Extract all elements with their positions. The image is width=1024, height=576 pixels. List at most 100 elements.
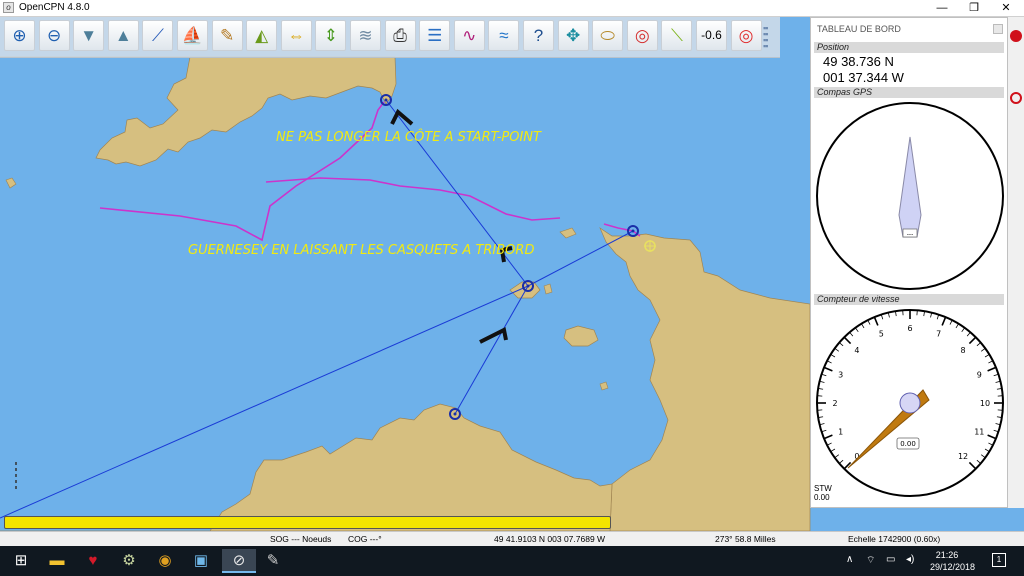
speedometer-tick-label: 1 [838,428,843,437]
status-cursor-position: 49 41.9103 N 003 07.7689 W [494,534,606,544]
speedometer-header: Compteur de vitesse [814,294,1004,305]
route-manager-button[interactable]: ☰ [419,20,451,51]
follow-icon: ◭ [255,26,269,45]
lifebuoy-icon: ◎ [738,26,754,45]
text-button[interactable]: ≋ [350,20,381,51]
tides-button[interactable]: ≈ [488,20,520,51]
settings-app-button[interactable]: ⚙ [112,549,146,573]
file-explorer-button[interactable]: ▬ [40,549,74,573]
ship-icon: ⛵ [181,26,204,45]
minimize-button[interactable]: — [926,0,958,16]
track-icon: ∿ [462,26,477,45]
scale-in-button[interactable]: ▼ [73,20,105,51]
scale-out-icon: ▲ [114,26,132,45]
windows-taskbar: ∧ ⌔ ▭ ◂) 21:26 29/12/2018 1 ⊞ ▬ ♥ ⚙ ◉ ▣ ⊘ ✎ [0,546,1024,576]
monitor-icon: ▣ [193,552,209,569]
print-button[interactable]: ⎙ [384,20,416,51]
stretch-vertical-icon: ⇕ [323,26,339,45]
chart-quilt-button[interactable]: ⬭ [592,20,624,51]
ais-icon: ✥ [565,26,581,45]
speedometer-tick-label: 7 [936,330,941,339]
stretch-horizontal-button[interactable]: ⇔ [280,20,312,51]
network-icon[interactable]: ▭ [886,554,895,565]
mob-button[interactable]: ◎ [626,20,658,51]
speedometer-tick-label: 6 [907,324,912,333]
status-bar: SOG --- Noeuds COG ---° 49 41.9103 N 003… [0,531,1024,546]
route-icon: ⟋ [151,26,164,45]
stretch-vertical-button[interactable]: ⇕ [315,20,347,51]
speedometer-tick-label: 5 [879,330,884,339]
opencpn-icon: ⊘ [232,552,246,569]
notification-center-button[interactable]: 1 [992,553,1006,567]
speedometer-tick-label: 9 [977,370,982,379]
text-icon: ≋ [358,26,373,45]
clock-time: 21:26 [935,550,959,560]
measure-icon: ⟍ [670,26,683,45]
folder-icon: ▬ [49,552,65,569]
lifebuoy-icon: ◎ [634,26,650,45]
dashboard-panel: TABLEAU DE BORD Position 49 38.736 N 001… [810,17,1008,508]
zoom-in-button[interactable]: ⊕ [4,20,35,51]
record-icon[interactable] [1010,30,1022,42]
scale-in-icon: ▼ [80,26,98,45]
settings-button[interactable]: ✎ [211,20,243,51]
status-ring-icon [1010,92,1022,104]
track-button[interactable]: ∿ [453,20,485,51]
close-button[interactable]: ✕ [990,0,1022,16]
dashboard-title: TABLEAU DE BORD [817,24,901,34]
ship-button[interactable]: ⛵ [177,20,208,51]
windows-icon: ⊞ [14,552,28,569]
route-button[interactable]: ⟋ [142,20,174,51]
tray-chevron-icon[interactable]: ∧ [846,554,853,565]
status-scale: Echelle 1742900 (0.60x) [848,534,941,544]
chrome-button[interactable]: ◉ [148,549,182,573]
tides-icon: ≈ [499,26,509,45]
print-icon: ⎙ [393,26,407,45]
compass-header: Compas GPS [814,87,1004,98]
dashboard-close-button[interactable] [993,24,1003,34]
stretch-horizontal-icon: ⇔ [287,26,305,45]
heart-app-button[interactable]: ♥ [76,549,110,573]
notepad-taskbar-button[interactable]: ✎ [256,549,290,573]
title-bar: o OpenCPN 4.8.0 — ❐ ✕ [0,0,1024,17]
speedometer-gauge: 0123456789101112 0.00 [816,309,1004,497]
zoom-out-icon: ⊖ [46,26,62,45]
ais-button[interactable]: ✥ [557,20,589,51]
quilt-icon: ⬭ [600,26,615,45]
main-toolbar: ▪▪ ▪▪ ▪▪ ▪▪ ⊕ ⊖ ▼ ▲ ⟋ ⛵ ✎ ◭ ⇔ ⇕ ≋ ⎙ ☰ ∿ ≈? ✥ ⬭ ◎ ⟍ -0.6 ◎ [0,17,780,58]
notepad-icon: ✎ [266,552,280,569]
heart-icon: ♥ [88,552,98,569]
speedometer-tick-label: 3 [838,370,843,379]
speedometer-tick-label: 2 [832,399,837,408]
stw-value: 0.00 [814,493,830,502]
chart-progress-bar [4,516,611,529]
speedometer-tick-label: 8 [960,346,965,355]
depth-button[interactable]: -0.6 [696,20,727,51]
clock-date: 29/12/2018 [930,562,976,572]
compass-readout: --- [907,231,914,238]
start-button[interactable]: ⊞ [4,549,38,573]
chrome-icon: ◉ [158,552,172,569]
zoom-out-button[interactable]: ⊖ [38,20,70,51]
toolbar-grip-icon[interactable]: ▪▪ ▪▪ ▪▪ ▪▪ [763,24,773,51]
opencpn-taskbar-button[interactable]: ⊘ [222,549,256,573]
depth-icon: -0.6 [701,28,722,42]
maximize-button[interactable]: ❐ [958,0,990,16]
speedometer-tick-label: 10 [980,399,990,408]
measure-button[interactable]: ⟍ [661,20,693,51]
volume-icon[interactable]: ◂) [906,554,914,565]
wifi-icon[interactable]: ⌔ [866,554,875,567]
annotation-start-point: NE PAS LONGER LA CÔTE A START-POINT [276,129,542,145]
dashboard-right-strip [1008,17,1024,508]
speedometer-tick-label: 4 [854,346,859,355]
scale-out-button[interactable]: ▲ [107,20,139,51]
screen-app-button[interactable]: ▣ [184,549,218,573]
follow-button[interactable]: ◭ [246,20,278,51]
status-sog: SOG --- Noeuds [270,534,332,544]
taskbar-clock[interactable]: 21:26 29/12/2018 [930,549,976,573]
position-latitude: 49 38.736 N [823,54,894,69]
lifebuoy-button[interactable]: ◎ [730,20,762,51]
speedometer-readout: 0.00 [900,440,916,448]
help-button[interactable]: ? [523,20,554,51]
position-header: Position [814,42,1004,53]
